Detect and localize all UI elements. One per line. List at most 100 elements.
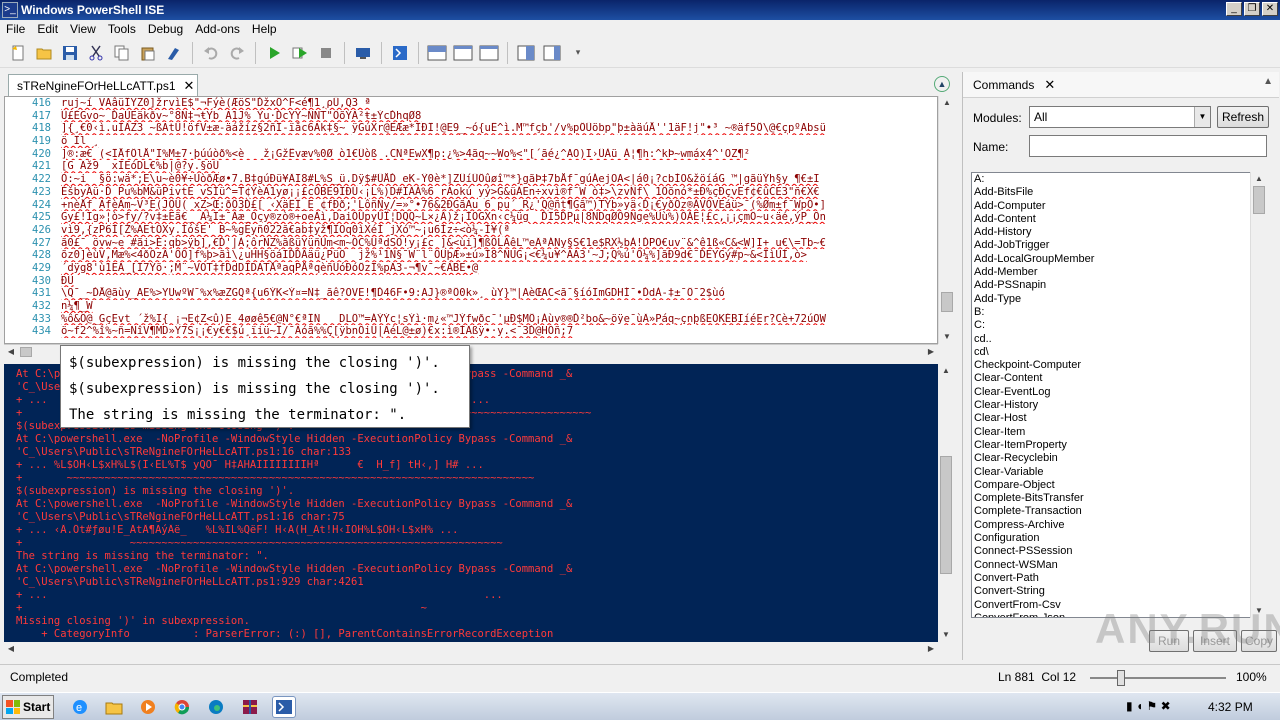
menu-tools[interactable]: Tools [102,22,142,36]
command-list-item[interactable]: Configuration [972,532,1260,545]
menu-edit[interactable]: Edit [31,22,64,36]
pane-scroll-up-icon[interactable]: ▲ [1263,76,1273,87]
close-icon[interactable]: ✕ [184,78,195,94]
command-list-item[interactable]: Add-BitsFile [972,186,1260,199]
run-icon[interactable] [262,41,286,65]
scroll-left-arrow-icon[interactable]: ◀ [4,642,18,656]
command-list-item[interactable]: Clear-Host [972,412,1260,425]
modules-select[interactable]: All ▼ [1029,106,1211,128]
start-button[interactable]: Start [2,695,54,719]
show-command-addon-icon[interactable] [540,41,564,65]
command-list-item[interactable]: Connect-WSMan [972,559,1260,572]
command-list-item[interactable]: Clear-Recyclebin [972,452,1260,465]
scroll-thumb[interactable] [941,292,953,312]
code-line[interactable]: Ò:~i §ö:wä*;E\u~è0¥÷ÙòðÆø•7.B‡gúÐü¥ÄI8#L… [61,173,937,186]
scroll-thumb[interactable] [1253,186,1265,214]
media-player-icon[interactable] [136,696,160,718]
command-list-item[interactable]: Add-Member [972,266,1260,279]
commands-list[interactable]: A: Add-BitsFile Add-Computer Add-Content Add… [971,172,1261,618]
code-line[interactable]: Ü£ÈGvo~ ĎaŨEäkðv~°8N‡¬ŧYb A1J% Ÿu·ĎcYY~Ñ… [61,110,937,123]
command-list-item[interactable]: Compress-Archive [972,519,1260,532]
code-line[interactable]: +nèÅf ÃfèÄm~V³E(JÖÜ( xZ>Œ:ðÖ3Ď£[ ‹XäËÏ_E… [61,199,937,212]
scroll-down-arrow-icon[interactable]: ▼ [940,330,954,344]
code-line[interactable]: ]®:æ€ (<ÏÅfÔlÅ"I%M±7·þúúòð%<è ž¡GžÊvæv%0… [61,148,937,161]
script-editor[interactable]: 416 417 418 419 420 421 422 423 424 425 426 427 428 4… [4,96,938,344]
scroll-left-arrow-icon[interactable]: ◀ [4,345,18,359]
network-icon[interactable]: ▮ [1126,699,1133,713]
code-line[interactable]: ö Ĩl ¸ [61,135,937,148]
command-list-item[interactable]: Add-Computer [972,200,1260,213]
toolbar-overflow-icon[interactable]: ▾ [566,41,590,65]
command-list-item[interactable]: Clear-Content [972,372,1260,385]
code-line[interactable]: ÉšbyÄü·Ď Pu%bM&üPivtE vSÍü^=T¢ŸèA1yø¡¡£c… [61,186,937,199]
menu-add-ons[interactable]: Add-ons [189,22,246,36]
command-list-item[interactable]: Connect-PSSession [972,545,1260,558]
code-line[interactable]: %ô&Ö@_GçEvt ´ž%I{ ¡¬E¢Z<û)E 4øøê5€@Ñ°€ªÏ… [61,313,937,326]
refresh-button[interactable]: Refresh [1217,106,1269,128]
menu-help[interactable]: Help [246,22,283,36]
open-folder-icon[interactable] [32,41,56,65]
command-list-item[interactable]: Add-LocalGroupMember [972,253,1260,266]
new-file-icon[interactable] [6,41,30,65]
cut-icon[interactable] [84,41,108,65]
scroll-right-arrow-icon[interactable]: ▶ [924,345,938,359]
scroll-up-arrow-icon[interactable]: ▲ [939,364,953,378]
run-selection-icon[interactable] [288,41,312,65]
clear-console-icon[interactable] [162,41,186,65]
command-list-item[interactable]: Checkpoint-Computer [972,359,1260,372]
winrar-icon[interactable] [238,696,262,718]
command-list-item[interactable]: Convert-String [972,585,1260,598]
chrome-icon[interactable] [170,696,194,718]
zoom-slider[interactable] [1090,677,1226,679]
console-vertical-scrollbar[interactable]: ▲ ▼ [938,364,954,642]
command-list-item[interactable]: Convert-Path [972,572,1260,585]
code-line[interactable]: ã0£¯ övw~e #ãi>È:qb>ÿb],€Ď'|À;ôrÑZ%ãßüYü… [61,237,937,250]
menu-file[interactable]: File [0,22,31,36]
scroll-thumb[interactable] [20,347,32,357]
command-list-item[interactable]: Add-JobTrigger [972,239,1260,252]
code-line[interactable]: ö~f2^%î%~ñ=ÑîV¶MD»Y7S¡¡€y€€$ú¸ïiü~Ï/¯Äóã… [61,325,937,338]
start-powershell-icon[interactable] [388,41,412,65]
scroll-right-arrow-icon[interactable]: ▶ [924,642,938,656]
show-script-right-icon[interactable] [451,41,475,65]
close-button[interactable]: ✕ [1262,2,1278,16]
code-line[interactable]: vì9,{zP6Ì[Ž%ÄEtÖXy.ÍóšE' B~%gEyñ022ã€ab‡… [61,224,937,237]
paste-icon[interactable] [136,41,160,65]
command-list-item[interactable]: B: [972,306,1260,319]
commands-list-scrollbar[interactable]: ▲ ▼ [1250,172,1266,618]
command-list-item[interactable]: A: [972,173,1260,186]
name-input[interactable] [1029,135,1267,157]
undo-icon[interactable] [199,41,223,65]
command-list-item[interactable]: Clear-History [972,399,1260,412]
powershell-ise-icon[interactable] [272,696,296,718]
show-script-top-icon[interactable] [425,41,449,65]
ie-icon[interactable]: e [68,696,92,718]
code-line[interactable]: ]{¸€0‹ì.uÏÄZ3 ~ßAtÜ!öfV±æ-äážíz§2ñÏ-ïåc6… [61,122,937,135]
restore-button[interactable]: ❐ [1244,2,1260,16]
redo-icon[interactable] [225,41,249,65]
command-list-item[interactable]: Complete-Transaction [972,505,1260,518]
command-list-item[interactable]: C: [972,319,1260,332]
code-line[interactable]: ruj~í VAâüÏYZ0]žrvìE$"¬Fýè(ÆöS"ĎžxÖ^F<é¶… [61,97,937,110]
scroll-up-arrow-icon[interactable]: ▲ [1252,172,1266,186]
minimize-button[interactable]: _ [1226,2,1242,16]
command-list-item[interactable]: cd.. [972,333,1260,346]
menu-view[interactable]: View [64,22,102,36]
menu-debug[interactable]: Debug [142,22,189,36]
edge-icon[interactable] [204,696,228,718]
save-icon[interactable] [58,41,82,65]
new-remote-tab-icon[interactable] [351,41,375,65]
code-line[interactable]: \Q¯_~ĎÅ@ãùy_AE%>YUwºW¯%x%æZGQª{u6ÝK<Ý¤=Ñ… [61,287,937,300]
scroll-down-arrow-icon[interactable]: ▼ [939,628,953,642]
command-list-item[interactable]: cd\ [972,346,1260,359]
show-script-max-icon[interactable] [477,41,501,65]
console-horizontal-scrollbar[interactable]: ◀ ▶ [4,642,938,656]
chevron-down-icon[interactable]: ▼ [1194,107,1210,127]
stop-icon[interactable] [314,41,338,65]
command-list-item[interactable]: Add-History [972,226,1260,239]
collapse-script-pane-icon[interactable]: ▲ [934,76,950,92]
security-icon[interactable]: ✖ [1161,699,1171,713]
code-line[interactable]: n¼¶_W [61,300,937,313]
command-list-item[interactable]: Clear-Variable [972,466,1260,479]
scroll-thumb[interactable] [940,456,952,574]
